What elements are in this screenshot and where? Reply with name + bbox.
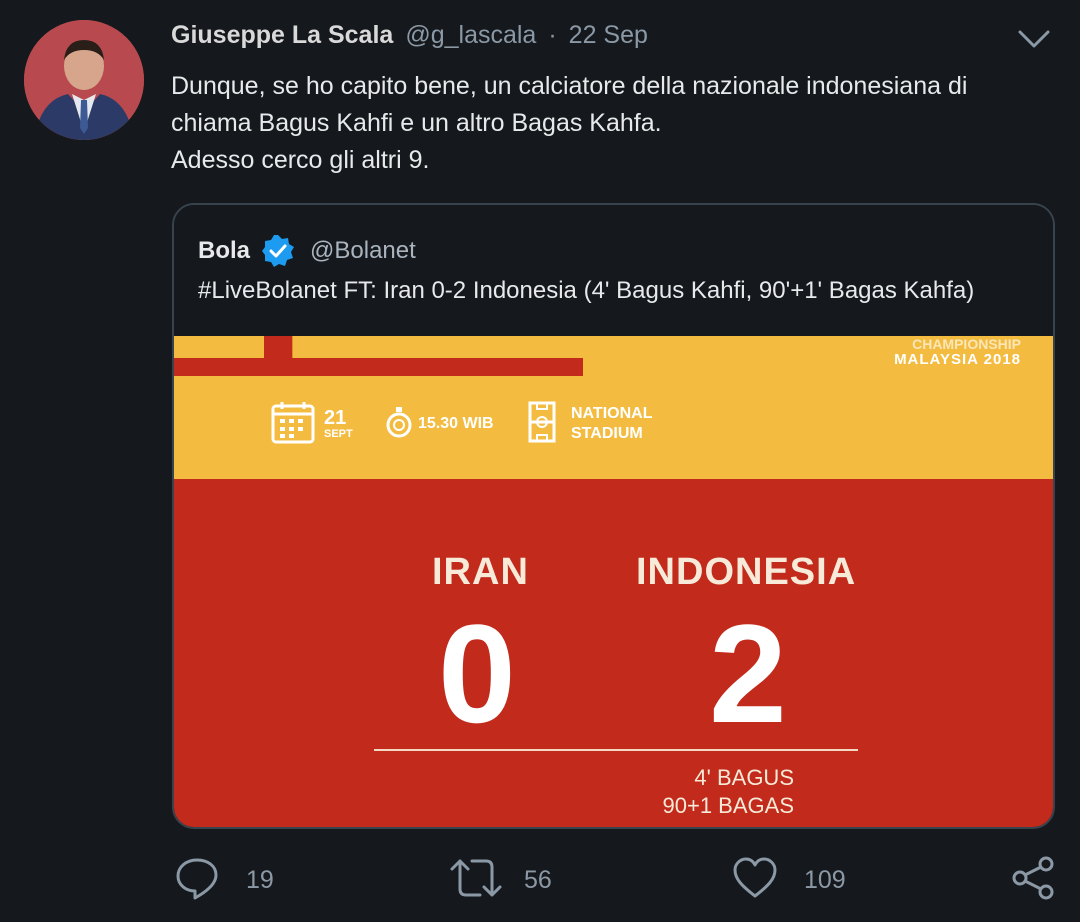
tweet-header: Giuseppe La Scala @g_lascala · 22 Sep — [171, 18, 648, 52]
team-home: IRAN — [432, 551, 529, 593]
score-home: 0 — [438, 595, 516, 752]
quoted-media-image[interactable]: █ ▀▀▀ ▀▀ ▀ ▀▀ CHAMPIONSHIP MALAYSIA 2018 — [174, 336, 1053, 827]
scorer-line: 90+1 BAGAS — [662, 793, 794, 818]
calendar-icon — [270, 399, 316, 450]
retweet-icon — [448, 855, 504, 906]
stadium-icon — [527, 400, 557, 449]
quoted-author: Bola @Bolanet — [198, 233, 416, 269]
retweet-button[interactable]: 56 — [448, 850, 552, 910]
reply-button[interactable]: 19 — [174, 850, 274, 910]
poster-time: 15.30 WIB — [384, 400, 494, 448]
avatar[interactable] — [24, 20, 144, 140]
reply-count: 19 — [246, 865, 274, 894]
verified-icon — [260, 233, 296, 269]
tweet-text: Dunque, se ho capito bene, un calciatore… — [171, 68, 1051, 179]
quoted-author-name: Bola — [198, 237, 251, 264]
championship-line: CHAMPIONSHIP — [912, 336, 1021, 352]
time-text: 15.30 WIB — [418, 415, 494, 432]
quoted-tweet-header: Bola @Bolanet #LiveBolanet FT: Iran 0-2 … — [174, 205, 1053, 336]
share-icon — [1010, 855, 1056, 906]
like-button[interactable]: 109 — [732, 850, 846, 910]
quoted-text: #LiveBolanet FT: Iran 0-2 Indonesia (4' … — [198, 277, 975, 304]
tweet-date[interactable]: 22 Sep — [569, 21, 648, 50]
chevron-down-icon[interactable] — [1014, 22, 1054, 56]
scorers: 4' BAGUS 90+1 BAGAS — [614, 764, 794, 820]
retweet-count: 56 — [524, 865, 552, 894]
poster-cropped-title: █ ▀▀▀ ▀▀ ▀ ▀▀ — [264, 336, 616, 357]
score-divider — [374, 749, 858, 751]
tweet-text-line: chiama Bagus Kahfi e un altro Bagas Kahf… — [171, 109, 662, 137]
location-line: MALAYSIA 2018 — [894, 351, 1021, 368]
scorer-line: 4' BAGUS — [694, 765, 794, 790]
poster-championship: CHAMPIONSHIP MALAYSIA 2018 — [894, 336, 1021, 370]
venue-line1: NATIONAL — [571, 405, 653, 422]
score-away: 2 — [709, 595, 787, 752]
quoted-tweet[interactable]: Bola @Bolanet #LiveBolanet FT: Iran 0-2 … — [172, 203, 1055, 829]
tweet-text-line: Adesso cerco gli altri 9. — [171, 146, 430, 174]
author-handle[interactable]: @g_lascala — [405, 21, 536, 50]
venue-line2: STADIUM — [571, 425, 643, 442]
quoted-handle: @Bolanet — [310, 237, 416, 264]
date-day: 21 — [324, 407, 347, 429]
tweet-text-line: Dunque, se ho capito bene, un calciatore… — [171, 72, 968, 100]
like-count: 109 — [804, 865, 846, 894]
share-button[interactable] — [1010, 850, 1056, 910]
poster-yellow-header: █ ▀▀▀ ▀▀ ▀ ▀▀ CHAMPIONSHIP MALAYSIA 2018 — [174, 336, 1053, 479]
like-icon — [732, 855, 778, 906]
stopwatch-icon — [384, 405, 414, 444]
tweet-actions: 19 56 109 — [0, 850, 1080, 910]
poster-date: 21 SEPT — [270, 400, 353, 448]
poster-red-band — [174, 358, 583, 376]
date-month: SEPT — [324, 428, 353, 440]
team-away: INDONESIA — [636, 551, 857, 593]
reply-icon — [174, 855, 220, 906]
poster-venue: NATIONAL STADIUM — [527, 400, 652, 448]
separator-dot: · — [548, 20, 557, 49]
author-name[interactable]: Giuseppe La Scala — [171, 21, 393, 50]
